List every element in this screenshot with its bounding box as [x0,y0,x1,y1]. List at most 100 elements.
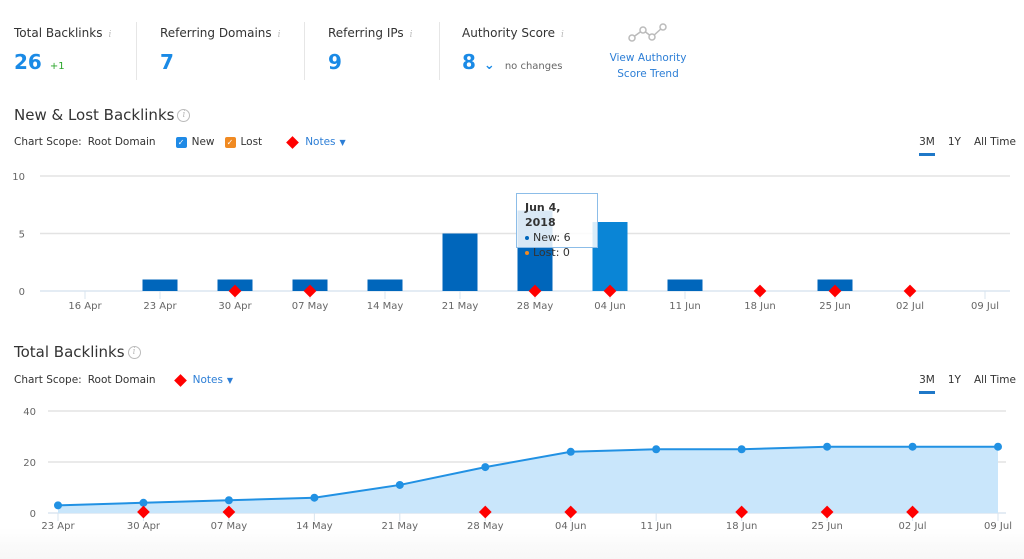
tooltip-new: New: 6 [533,231,571,244]
x-tick-label: 09 Jul [984,521,1012,532]
data-point [737,445,746,454]
metric-label: Total Backlinks [14,26,103,40]
divider [439,22,440,80]
x-tick-label: 23 Apr [41,521,75,532]
x-tick-label: 18 Jun [744,301,776,312]
metric-value[interactable]: 9 [328,50,342,74]
bar-new [667,279,703,291]
chart-scope-label: Chart Scope: [14,136,82,148]
data-point [908,442,917,451]
metric-value[interactable]: 7 [160,50,174,74]
tooltip-date: Jun 4, 2018 [525,201,561,229]
x-tick-label: 07 May [292,301,329,312]
info-icon[interactable]: i [278,30,281,40]
caret-down-icon: ▼ [339,138,346,147]
y-tick-label: 40 [23,407,36,418]
info-icon[interactable]: i [127,346,141,359]
legend-new-label: New [191,136,215,148]
info-icon[interactable]: i [108,30,111,40]
info-icon[interactable]: i [177,109,191,122]
x-tick-label: 25 Jun [811,521,843,532]
chart-tooltip: Jun 4, 2018 New: 6 Lost: 0 [516,193,598,259]
x-tick-label: 02 Jul [896,301,924,312]
trend-link-line2: Score Trend [617,68,679,80]
metric-total-backlinks[interactable]: Total Backlinks i 26 +1 [14,26,111,74]
info-icon[interactable]: i [561,30,564,40]
metric-value[interactable]: 26 [14,50,42,74]
notes-dropdown[interactable]: Notes ▼ [193,374,233,386]
note-diamond-icon [286,135,300,149]
info-icon[interactable]: i [410,30,413,40]
area-fill [58,446,998,513]
data-point [994,442,1002,451]
metric-label: Authority Score [462,26,555,40]
summary-bar: Total Backlinks i 26 +1 Referring Domains i… [0,0,1024,100]
data-point [139,498,148,507]
metric-status: no changes [504,61,563,72]
new-checkbox[interactable]: ✓ [175,136,187,148]
metric-label: Referring IPs [328,26,404,40]
metric-delta: +1 [49,61,65,72]
y-tick-label: 0 [19,287,25,298]
range-tab-all-time[interactable]: All Time [974,374,1016,386]
caret-down-icon: ▼ [226,376,234,385]
chart-scope-value[interactable]: Root Domain [88,374,156,386]
data-point [224,496,233,505]
x-tick-label: 07 May [211,521,248,532]
data-point [823,442,832,451]
metric-referring-domains[interactable]: Referring Domains i 7 [160,26,281,74]
bar-new [142,279,178,291]
x-tick-label: 14 May [367,301,404,312]
x-tick-label: 04 Jun [594,301,626,312]
note-marker [903,284,917,298]
view-authority-trend-link[interactable]: View Authority Score Trend [606,22,690,82]
metric-value: 8 [462,50,476,74]
x-tick-label: 21 May [442,301,479,312]
new-lost-controls: Chart Scope: Root Domain ✓ New ✓ Lost Note… [14,135,346,149]
new-lost-title: New & Lost Backlinks i [14,106,191,124]
bar-new [367,279,403,291]
data-point [310,493,319,502]
total-backlinks-area-chart: 0 20 40 23 Apr 30 Apr 07 May 14 May 21 May 28 Ma… [23,407,1012,532]
x-tick-label: 30 Apr [127,521,161,532]
data-point [54,501,62,510]
x-tick-label: 30 Apr [218,301,252,312]
metric-authority-score[interactable]: Authority Score i 8 ⌄ no changes [462,26,564,74]
chevron-down-icon[interactable]: ⌄ [484,58,495,73]
tooltip-lost: Lost: 0 [533,246,570,259]
total-controls: Chart Scope: Root Domain Notes ▼ [14,373,233,387]
lost-checkbox[interactable]: ✓ [224,136,236,148]
x-tick-label: 11 Jun [669,301,701,312]
new-lost-bar-chart: 0 5 10 16 Apr 23 Apr 30 Apr 07 May 14 May 21 May… [12,172,1010,312]
metric-label: Referring Domains [160,26,272,40]
x-tick-label: 02 Jul [899,521,927,532]
bar-new [442,233,478,291]
x-tick-label: 25 Jun [819,301,851,312]
data-point [481,463,490,472]
range-tab-3m[interactable]: 3M [919,374,935,394]
x-tick-label: 18 Jun [726,521,758,532]
data-point [395,480,404,489]
notes-dropdown[interactable]: Notes ▼ [305,136,345,148]
new-lost-range-tabs: 3M 1Y All Time [919,136,1016,156]
x-tick-label: 04 Jun [555,521,587,532]
chart-scope-value[interactable]: Root Domain [88,136,156,148]
data-point [566,447,575,456]
note-diamond-icon [173,373,187,387]
lost-dot-icon [525,251,529,255]
new-dot-icon [525,236,529,240]
note-marker [753,284,767,298]
range-tab-1y[interactable]: 1Y [948,374,961,386]
total-range-tabs: 3M 1Y All Time [919,374,1016,394]
y-tick-label: 0 [30,509,36,520]
x-tick-label: 11 Jun [640,521,672,532]
range-tab-1y[interactable]: 1Y [948,136,961,148]
range-tab-3m[interactable]: 3M [919,136,935,156]
x-tick-label: 23 Apr [143,301,177,312]
data-point [652,445,661,454]
x-tick-label: 21 May [382,521,419,532]
legend-lost-label: Lost [240,136,263,148]
metric-referring-ips[interactable]: Referring IPs i 9 [328,26,413,74]
trend-link-line1: View Authority [609,52,687,64]
range-tab-all-time[interactable]: All Time [974,136,1016,148]
